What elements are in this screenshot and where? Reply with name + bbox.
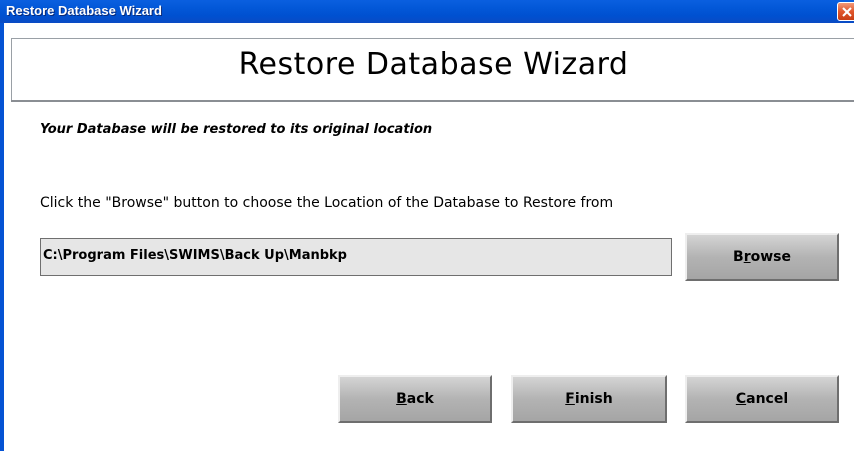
finish-mnemonic: F bbox=[565, 391, 575, 407]
cancel-button[interactable]: Cancel bbox=[685, 375, 839, 423]
browse-mnemonic: r bbox=[743, 249, 751, 265]
backup-path-field[interactable]: C:\Program Files\SWIMS\Back Up\Manbkp bbox=[40, 238, 672, 276]
finish-label-end: inish bbox=[574, 391, 613, 407]
page-title: Restore Database Wizard bbox=[238, 47, 629, 82]
window-title: Restore Database Wizard bbox=[6, 3, 162, 18]
cancel-mnemonic: C bbox=[735, 391, 747, 407]
header-divider bbox=[11, 100, 854, 102]
back-button[interactable]: Back bbox=[338, 375, 492, 423]
cancel-label-end: ancel bbox=[746, 391, 789, 407]
restore-database-wizard-window: Restore Database Wizard Restore Database… bbox=[0, 0, 854, 451]
finish-button[interactable]: Finish bbox=[511, 375, 667, 423]
browse-instruction: Click the "Browse" button to choose the … bbox=[40, 195, 614, 211]
title-bar[interactable]: Restore Database Wizard bbox=[0, 0, 854, 23]
browse-button[interactable]: Browse bbox=[685, 233, 839, 281]
header-panel: Restore Database Wizard bbox=[11, 38, 854, 101]
close-button[interactable] bbox=[837, 2, 854, 21]
restore-location-note: Your Database will be restored to its or… bbox=[40, 122, 433, 137]
back-mnemonic: B bbox=[396, 391, 407, 407]
browse-label-start: B bbox=[733, 249, 744, 265]
window-left-border bbox=[0, 23, 4, 451]
browse-label-end: owse bbox=[750, 249, 791, 265]
back-label-end: ack bbox=[406, 391, 434, 407]
